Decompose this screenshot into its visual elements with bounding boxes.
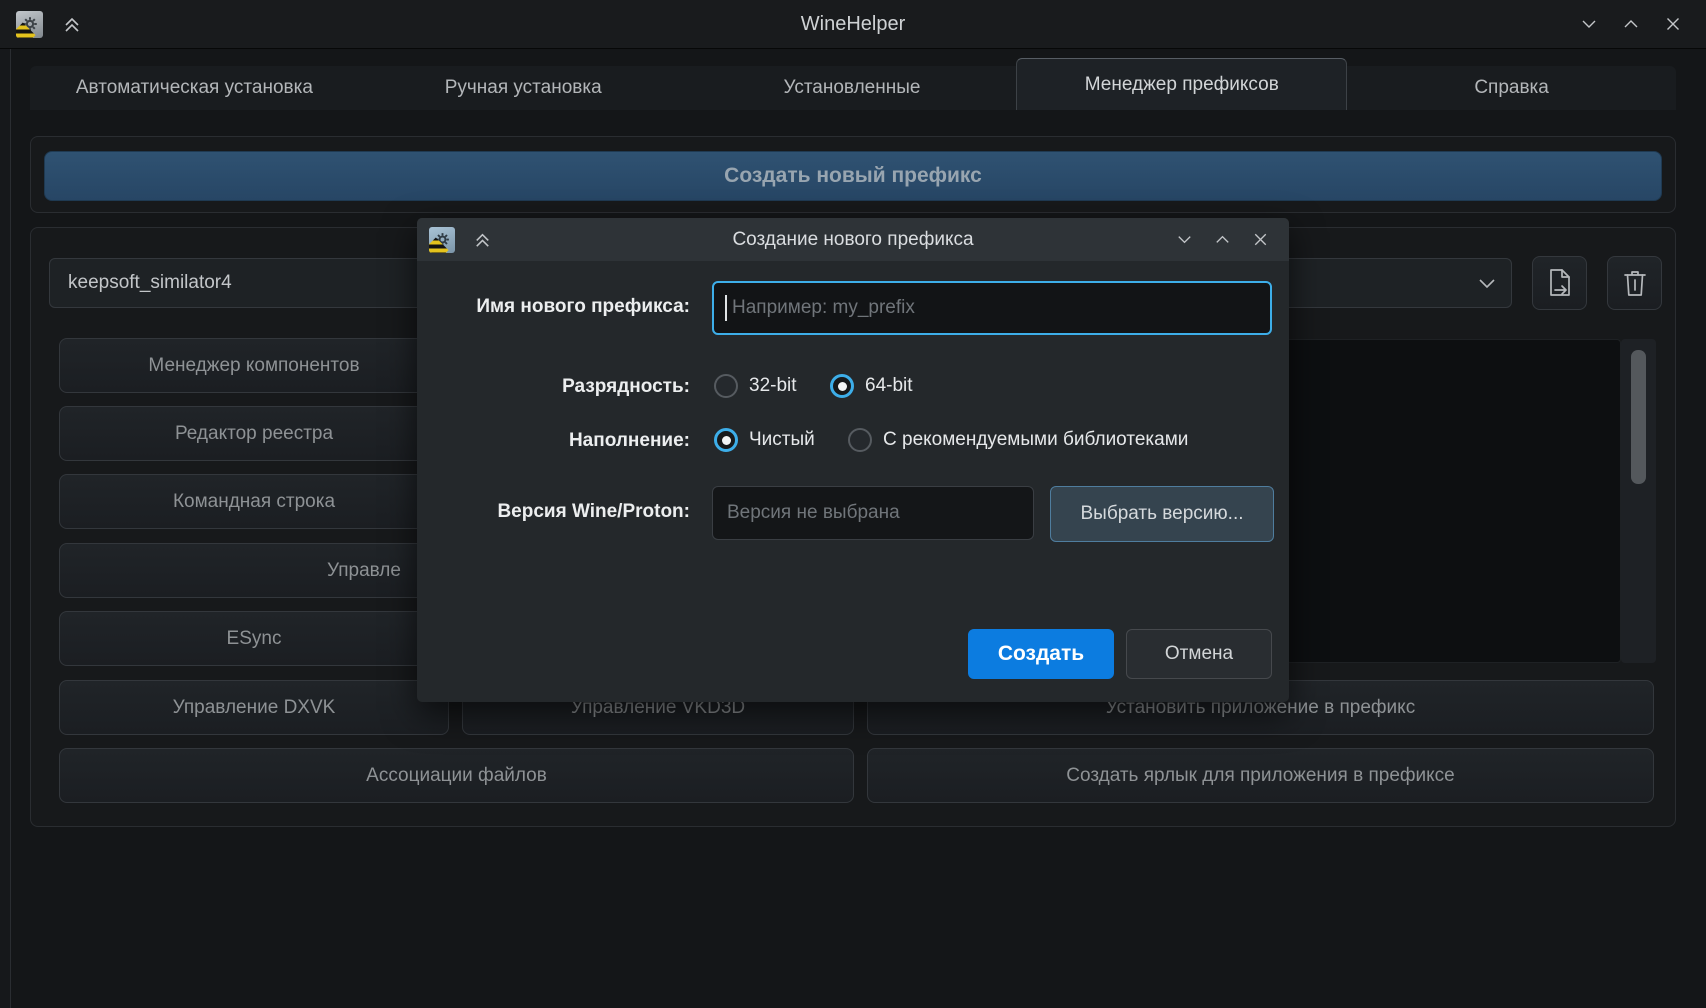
prefix-select-value: keepsoft_similator4 xyxy=(68,272,232,294)
tab-bar: Автоматическая установка Ручная установк… xyxy=(30,66,1676,110)
dialog-shade-button[interactable] xyxy=(469,227,495,253)
tab-label: Справка xyxy=(1474,77,1549,99)
button-label: Менеджер компонентов xyxy=(148,355,359,377)
dialog-close-button[interactable] xyxy=(1247,227,1273,253)
create-prefix-dialog: Создание нового префикса Имя нового преф… xyxy=(417,218,1289,702)
radio-icon xyxy=(848,428,872,452)
button-label: Отмена xyxy=(1165,643,1233,665)
esync-button[interactable]: ESync xyxy=(59,611,449,666)
radio-icon-selected xyxy=(714,428,738,452)
close-button[interactable] xyxy=(1660,11,1686,37)
button-label: Командная строка xyxy=(173,491,335,513)
radio-icon-selected xyxy=(830,374,854,398)
button-label: Ассоциации файлов xyxy=(366,765,547,787)
window-title: WineHelper xyxy=(0,13,1706,36)
tab-label: Менеджер префиксов xyxy=(1085,74,1279,96)
trash-icon xyxy=(1621,267,1649,299)
dxvk-button[interactable]: Управление DXVK xyxy=(59,680,449,735)
tab-label: Ручная установка xyxy=(445,77,602,99)
radio-label: 64-bit xyxy=(865,375,913,397)
dialog-minimize-button[interactable] xyxy=(1171,227,1197,253)
open-prefix-folder-button[interactable] xyxy=(1532,256,1587,310)
fill-label: Наполнение: xyxy=(417,430,690,452)
command-line-button[interactable]: Командная строка xyxy=(59,474,449,529)
create-new-prefix-label: Создать новый префикс xyxy=(724,164,982,188)
radio-recommended-libs[interactable]: С рекомендуемыми библиотеками xyxy=(848,428,1188,452)
tab-installed[interactable]: Установленные xyxy=(688,66,1017,110)
dialog-title: Создание нового префикса xyxy=(417,229,1289,251)
bitness-label: Разрядность: xyxy=(417,376,690,398)
dialog-cancel-button[interactable]: Отмена xyxy=(1126,629,1272,679)
button-label: Выбрать версию... xyxy=(1080,503,1243,525)
main-titlebar: WineHelper xyxy=(0,0,1706,49)
dialog-titlebar: Создание нового префикса xyxy=(417,218,1289,261)
delete-prefix-button[interactable] xyxy=(1607,256,1662,310)
tab-help[interactable]: Справка xyxy=(1347,66,1676,110)
tab-prefix-manager[interactable]: Менеджер префиксов xyxy=(1016,58,1347,110)
file-associations-button[interactable]: Ассоциации файлов xyxy=(59,748,854,803)
scrollbar-thumb[interactable] xyxy=(1631,350,1646,484)
chevron-down-icon xyxy=(1479,279,1495,289)
radio-label: 32-bit xyxy=(749,375,797,397)
radio-label: С рекомендуемыми библиотеками xyxy=(883,429,1188,451)
wine-version-label: Версия Wine/Proton: xyxy=(417,501,690,523)
button-label: Создать xyxy=(998,642,1084,666)
radio-clean[interactable]: Чистый xyxy=(714,428,815,452)
button-label: Редактор реестра xyxy=(175,423,333,445)
choose-version-button[interactable]: Выбрать версию... xyxy=(1050,486,1274,542)
prefix-name-input[interactable] xyxy=(712,281,1272,335)
dialog-create-button[interactable]: Создать xyxy=(968,629,1114,679)
background-window-edge xyxy=(0,49,11,1008)
tab-label: Установленные xyxy=(784,77,921,99)
dialog-maximize-button[interactable] xyxy=(1209,227,1235,253)
create-shortcut-button[interactable]: Создать ярлык для приложения в префиксе xyxy=(867,748,1654,803)
tab-auto-install[interactable]: Автоматическая установка xyxy=(30,66,359,110)
winehelper-window: WineHelper Автоматическая установка Ручн… xyxy=(0,0,1706,1008)
button-label: Управление DXVK xyxy=(173,697,336,719)
radio-32bit[interactable]: 32-bit xyxy=(714,374,797,398)
file-export-icon xyxy=(1545,267,1575,299)
shade-button[interactable] xyxy=(59,11,85,37)
radio-icon xyxy=(714,374,738,398)
radio-64bit[interactable]: 64-bit xyxy=(830,374,913,398)
button-label: Управле xyxy=(327,560,401,582)
maximize-button[interactable] xyxy=(1618,11,1644,37)
registry-editor-button[interactable]: Редактор реестра xyxy=(59,406,449,461)
minimize-button[interactable] xyxy=(1576,11,1602,37)
button-label: Создать ярлык для приложения в префиксе xyxy=(1066,765,1454,787)
radio-label: Чистый xyxy=(749,429,815,451)
wine-version-field[interactable] xyxy=(712,486,1034,540)
components-manager-button[interactable]: Менеджер компонентов xyxy=(59,338,449,393)
create-new-prefix-button[interactable]: Создать новый префикс xyxy=(44,151,1662,201)
prefix-name-label: Имя нового префикса: xyxy=(417,296,690,318)
tab-label: Автоматическая установка xyxy=(76,77,313,99)
tab-manual-install[interactable]: Ручная установка xyxy=(359,66,688,110)
button-label: ESync xyxy=(227,628,282,650)
text-caret xyxy=(725,295,727,321)
